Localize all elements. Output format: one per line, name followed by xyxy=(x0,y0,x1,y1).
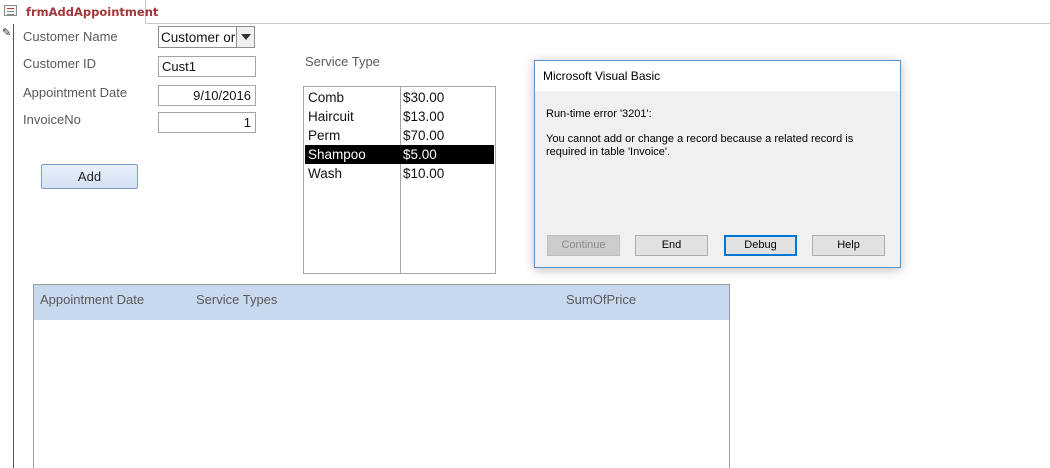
customer-name-combo[interactable]: Customer or xyxy=(158,26,255,48)
service-name: Comb xyxy=(308,90,345,105)
document-tab-strip: frmAddAppointment xyxy=(0,0,1050,24)
appointment-date-label: Appointment Date xyxy=(23,85,128,100)
form-icon xyxy=(4,5,17,16)
service-name: Perm xyxy=(308,128,341,143)
service-name: Wash xyxy=(308,166,343,181)
add-button[interactable]: Add xyxy=(41,164,138,189)
column-header-sum-of-price: SumOfPrice xyxy=(566,292,637,307)
service-price: $70.00 xyxy=(403,128,445,143)
customer-name-label: Customer Name xyxy=(23,29,118,44)
list-item-selected[interactable]: Shampoo $5.00 xyxy=(305,145,494,164)
service-price: $5.00 xyxy=(403,147,437,162)
customer-id-field[interactable]: Cust1 xyxy=(158,56,256,77)
customer-name-value: Customer or xyxy=(161,30,236,45)
list-item[interactable]: Wash $10.00 xyxy=(304,164,495,183)
service-type-listbox[interactable]: Comb $30.00 Haircuit $13.00 Perm $70.00 … xyxy=(303,86,496,274)
dialog-title-bar[interactable]: Microsoft Visual Basic xyxy=(535,61,900,91)
help-button[interactable]: Help xyxy=(812,235,885,256)
appointments-subform[interactable]: Appointment Date Service Types SumOfPric… xyxy=(33,284,730,468)
dialog-title: Microsoft Visual Basic xyxy=(543,69,661,83)
service-name: Haircuit xyxy=(308,109,354,124)
subform-header: Appointment Date Service Types SumOfPric… xyxy=(34,285,729,320)
column-header-service-types: Service Types xyxy=(196,292,278,307)
customer-id-label: Customer ID xyxy=(23,56,96,71)
service-price: $30.00 xyxy=(403,90,445,105)
error-code-text: Run-time error '3201': xyxy=(546,108,652,120)
service-type-label: Service Type xyxy=(305,54,380,69)
service-name: Shampoo xyxy=(308,147,366,162)
error-dialog: Microsoft Visual Basic Run-time error '3… xyxy=(534,60,901,268)
end-button[interactable]: End xyxy=(635,235,708,256)
invoice-no-field[interactable]: 1 xyxy=(158,112,256,133)
list-item[interactable]: Perm $70.00 xyxy=(304,126,495,145)
tab-frmaddappointment[interactable]: frmAddAppointment xyxy=(0,0,158,24)
service-price: $10.00 xyxy=(403,166,445,181)
invoice-no-label: InvoiceNo xyxy=(23,112,81,127)
service-price: $13.00 xyxy=(403,109,445,124)
column-header-appointment-date: Appointment Date xyxy=(40,292,145,307)
appointment-date-field[interactable]: 9/10/2016 xyxy=(158,85,256,106)
debug-button[interactable]: Debug xyxy=(724,235,797,256)
list-item[interactable]: Comb $30.00 xyxy=(304,88,495,107)
pencil-icon: ✎ xyxy=(2,27,12,39)
chevron-down-icon[interactable] xyxy=(236,27,254,47)
record-selector[interactable]: ✎ xyxy=(0,24,14,468)
list-item[interactable]: Haircuit $13.00 xyxy=(304,107,495,126)
error-message-text: You cannot add or change a record becaus… xyxy=(546,133,854,158)
continue-button[interactable]: Continue xyxy=(547,235,620,256)
tab-label: frmAddAppointment xyxy=(26,5,159,19)
